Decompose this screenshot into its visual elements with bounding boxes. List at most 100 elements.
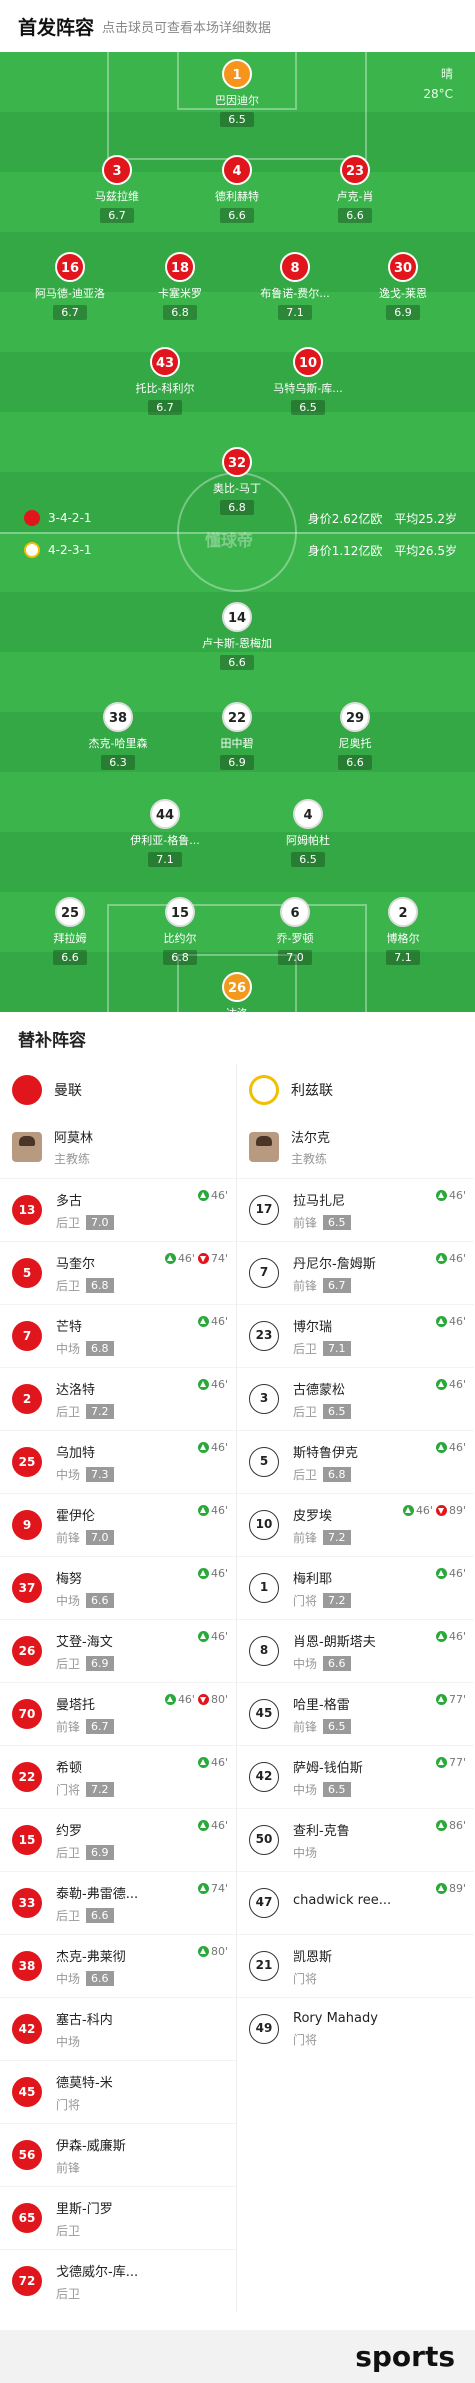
shirt-number: 38 <box>103 702 133 732</box>
sub-player-row[interactable]: 17 拉马扎尼 前锋 6.5 46' <box>237 1178 474 1241</box>
away-player[interactable]: 44 伊利亚-格鲁... 7.1 <box>105 799 225 867</box>
sub-player-row[interactable]: 42 塞古-科内 中场 <box>0 1997 236 2060</box>
away-player[interactable]: 14 卢卡斯-恩梅加 6.6 <box>177 602 297 670</box>
sub-player-name: 杰克-弗莱彻 <box>56 1949 126 1965</box>
sub-player-info: 德莫特-米 门将 <box>56 2072 113 2113</box>
sub-events: 46' 74' <box>162 1252 228 1265</box>
sub-player-row[interactable]: 7 丹尼尔-詹姆斯 前锋 6.7 46' <box>237 1241 474 1304</box>
shirt-number: 22 <box>222 702 252 732</box>
away-player[interactable]: 38 杰克-哈里森 6.3 <box>58 702 178 770</box>
away-player[interactable]: 2 博格尔 7.1 <box>343 897 463 965</box>
home-player[interactable]: 18 卡塞米罗 6.8 <box>120 252 240 320</box>
sub-player-rating: 6.5 <box>323 1781 351 1797</box>
sub-shirt-number: 7 <box>12 1321 42 1351</box>
shirt-number: 1 <box>222 59 252 89</box>
home-player[interactable]: 10 马特乌斯-库... 6.5 <box>248 347 368 415</box>
home-player[interactable]: 32 奥比-马丁 6.8 <box>177 447 297 515</box>
away-player[interactable]: 26达洛6.9 <box>177 972 297 1012</box>
sub-shirt-number: 13 <box>12 1195 42 1225</box>
sub-player-name: 梅利耶 <box>293 1571 333 1587</box>
sub-player-info: 博尔瑞 后卫 7.1 <box>293 1316 351 1357</box>
sub-player-row[interactable]: 25 乌加特 中场 7.3 46' <box>0 1430 236 1493</box>
sub-player-row[interactable]: 47 chadwick ree... 89' <box>237 1871 474 1934</box>
sub-player-row[interactable]: 1 梅利耶 门将 7.2 46' <box>237 1556 474 1619</box>
away-player[interactable]: 22 田中碧 6.9 <box>177 702 297 770</box>
sub-player-row[interactable]: 50 查利-克鲁 中场 86' <box>237 1808 474 1871</box>
sub-events: 46' <box>433 1567 466 1580</box>
sub-player-meta: 后卫 6.9 <box>56 1655 114 1672</box>
sub-player-meta: 前锋 6.7 <box>56 1718 114 1735</box>
home-team-icon <box>24 510 40 526</box>
sub-player-row[interactable]: 65 里斯-门罗 后卫 <box>0 2186 236 2249</box>
sub-player-row[interactable]: 13 多古 后卫 7.0 46' <box>0 1178 236 1241</box>
sub-player-row[interactable]: 70 曼塔托 前锋 6.7 46' 80' <box>0 1682 236 1745</box>
home-player[interactable]: 4 德利赫特 6.6 <box>177 155 297 223</box>
sub-player-position: 门将 <box>56 1782 81 1797</box>
sub-player-row[interactable]: 22 希顿 门将 7.2 46' <box>0 1745 236 1808</box>
sub-player-info: 芒特 中场 6.8 <box>56 1316 114 1357</box>
player-rating: 6.9 <box>220 755 254 770</box>
sub-shirt-number: 38 <box>12 1951 42 1981</box>
away-player[interactable]: 4 阿姆帕杜 6.5 <box>248 799 368 867</box>
sub-player-row[interactable]: 37 梅努 中场 6.6 46' <box>0 1556 236 1619</box>
away-player[interactable]: 25 拜拉姆 6.6 <box>10 897 130 965</box>
sub-in-time: 89' <box>448 1882 466 1895</box>
sub-player-info: 戈德威尔-库... 后卫 <box>56 2261 138 2302</box>
sub-player-row[interactable]: 23 博尔瑞 后卫 7.1 46' <box>237 1304 474 1367</box>
sub-player-row[interactable]: 38 杰克-弗莱彻 中场 6.6 80' <box>0 1934 236 1997</box>
home-player[interactable]: 8 布鲁诺-费尔... 7.1 <box>235 252 355 320</box>
sub-in-time: 46' <box>415 1504 433 1517</box>
sub-shirt-number: 33 <box>12 1888 42 1918</box>
sub-player-row[interactable]: 72 戈德威尔-库... 后卫 <box>0 2249 236 2312</box>
sub-player-position: 后卫 <box>56 1656 81 1671</box>
sub-player-row[interactable]: 15 约罗 后卫 6.9 46' <box>0 1808 236 1871</box>
home-player[interactable]: 3 马兹拉维 6.7 <box>57 155 177 223</box>
sub-player-row[interactable]: 5 斯特鲁伊克 后卫 6.8 46' <box>237 1430 474 1493</box>
sub-in-time: 46' <box>210 1378 228 1391</box>
home-coach[interactable]: 阿莫林 主教练 <box>0 1116 236 1178</box>
sub-player-row[interactable]: 9 霍伊伦 前锋 7.0 46' <box>0 1493 236 1556</box>
home-player[interactable]: 1 巴因迪尔 6.5 <box>177 59 297 127</box>
sub-player-row[interactable]: 49 Rory Mahady 门将 <box>237 1997 474 2060</box>
home-player[interactable]: 23 卢克-肖 6.6 <box>295 155 415 223</box>
sub-player-meta: 中场 6.6 <box>56 1592 114 1609</box>
sub-player-row[interactable]: 8 肖恩-朗斯塔夫 中场 6.6 46' <box>237 1619 474 1682</box>
sub-player-row[interactable]: 5 马奎尔 后卫 6.8 46' 74' <box>0 1241 236 1304</box>
home-player[interactable]: 16 阿马德-迪亚洛 6.7 <box>10 252 130 320</box>
away-player[interactable]: 15 比约尔 6.8 <box>120 897 240 965</box>
sub-player-row[interactable]: 21 凯恩斯 门将 <box>237 1934 474 1997</box>
shirt-number: 25 <box>55 897 85 927</box>
away-player[interactable]: 6 乔-罗顿 7.0 <box>235 897 355 965</box>
shirt-number: 15 <box>165 897 195 927</box>
sub-events: 46' 80' <box>162 1693 228 1706</box>
sub-player-row[interactable]: 45 哈里-格雷 前锋 6.5 77' <box>237 1682 474 1745</box>
home-player[interactable]: 30 逸戈-莱恩 6.9 <box>343 252 463 320</box>
sub-player-row[interactable]: 56 伊森-威廉斯 前锋 <box>0 2123 236 2186</box>
sub-player-meta: 后卫 6.9 <box>56 1844 114 1861</box>
sub-player-rating: 6.9 <box>86 1655 114 1671</box>
sub-player-row[interactable]: 33 泰勒-弗雷德... 后卫 6.6 74' <box>0 1871 236 1934</box>
sub-player-meta: 中场 6.8 <box>56 1340 114 1357</box>
sub-shirt-number: 3 <box>249 1384 279 1414</box>
sub-player-row[interactable]: 45 德莫特-米 门将 <box>0 2060 236 2123</box>
sub-player-row[interactable]: 42 萨姆-钱伯斯 中场 6.5 77' <box>237 1745 474 1808</box>
sub-player-row[interactable]: 26 艾登-海文 后卫 6.9 46' <box>0 1619 236 1682</box>
sub-in-icon <box>197 1820 209 1831</box>
sub-out-time: 89' <box>448 1504 466 1517</box>
sub-player-row[interactable]: 2 达洛特 后卫 7.2 46' <box>0 1367 236 1430</box>
sub-player-meta: 中场 6.6 <box>56 1970 126 1987</box>
sub-shirt-number: 72 <box>12 2266 42 2296</box>
sub-in-icon <box>197 1442 209 1453</box>
shirt-number: 8 <box>280 252 310 282</box>
home-player[interactable]: 43 托比-科利尔 6.7 <box>105 347 225 415</box>
sub-player-row[interactable]: 7 芒特 中场 6.8 46' <box>0 1304 236 1367</box>
player-name: 德利赫特 <box>215 190 259 203</box>
away-player[interactable]: 29 尼奥托 6.6 <box>295 702 415 770</box>
sub-player-position: 后卫 <box>56 1215 81 1230</box>
sub-player-name: 戈德威尔-库... <box>56 2264 139 2280</box>
sub-shirt-number: 70 <box>12 1699 42 1729</box>
sub-player-row[interactable]: 3 古德蒙松 后卫 6.5 46' <box>237 1367 474 1430</box>
away-coach[interactable]: 法尔克 主教练 <box>237 1116 474 1178</box>
sub-player-row[interactable]: 10 皮罗埃 前锋 7.2 46' 89' <box>237 1493 474 1556</box>
away-badge-icon <box>249 1075 279 1105</box>
